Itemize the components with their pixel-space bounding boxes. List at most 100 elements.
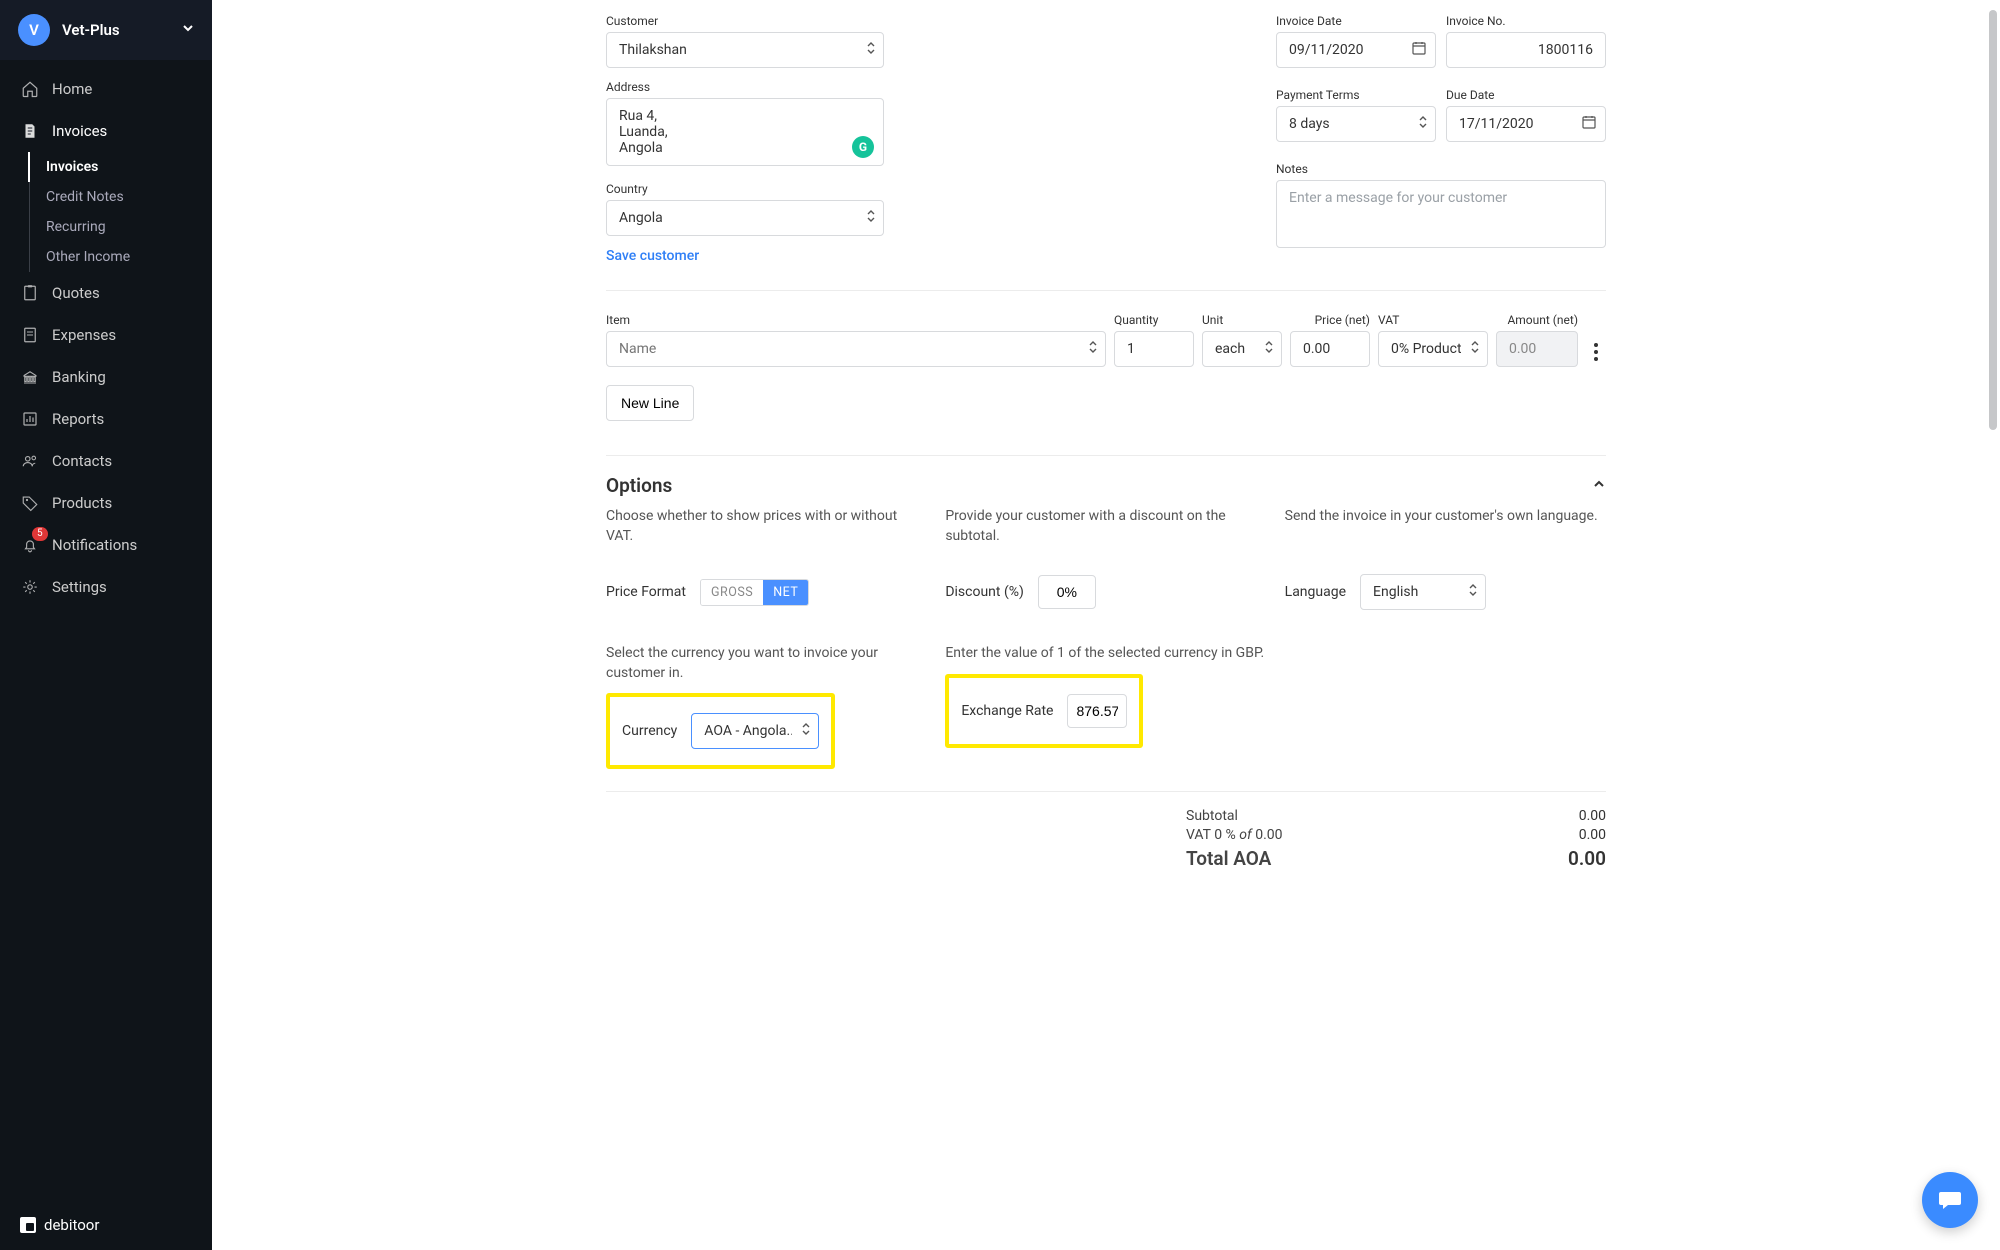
lang-help-text: Send the invoice in your customer's own …: [1285, 507, 1606, 546]
save-customer-link[interactable]: Save customer: [606, 248, 884, 264]
nav: Home Invoices Invoices Credit Notes Recu…: [0, 60, 212, 1200]
item-amount-output: [1496, 331, 1578, 367]
nav-label: Home: [52, 80, 92, 98]
brand-name: debitoor: [44, 1216, 99, 1234]
options-title: Options: [606, 474, 1592, 497]
total-label: Total AOA: [1186, 847, 1568, 870]
nav-label: Other Income: [46, 249, 130, 265]
address-label: Address: [606, 80, 884, 94]
org-switcher[interactable]: V Vet-Plus: [0, 0, 212, 60]
home-icon: [20, 79, 40, 99]
nav-banking[interactable]: Banking: [0, 356, 212, 398]
col-item-label: Item: [606, 313, 1106, 327]
nav-label: Invoices: [46, 159, 98, 175]
nav-products[interactable]: Products: [0, 482, 212, 524]
col-qty-label: Quantity: [1114, 313, 1194, 327]
discount-help-text: Provide your customer with a discount on…: [945, 507, 1266, 546]
options-section: Options Choose whether to show prices wi…: [606, 455, 1606, 769]
nav-label: Credit Notes: [46, 189, 124, 205]
discount-input[interactable]: [1038, 575, 1096, 609]
nav-notifications[interactable]: 5 Notifications: [0, 524, 212, 566]
exchange-label: Exchange Rate: [961, 703, 1053, 719]
total-value: 0.00: [1568, 847, 1606, 870]
vat-line-value: 0.00: [1579, 827, 1606, 843]
exchange-rate-input[interactable]: [1067, 694, 1127, 728]
scrollbar[interactable]: [1984, 0, 2000, 1250]
nav-reports[interactable]: Reports: [0, 398, 212, 440]
toggle-net[interactable]: NET: [763, 580, 808, 605]
exchange-highlight: Exchange Rate: [945, 674, 1143, 748]
nav-label: Reports: [52, 410, 104, 428]
expenses-icon: [20, 325, 40, 345]
item-qty-input[interactable]: [1114, 331, 1194, 367]
nav-quotes[interactable]: Quotes: [0, 272, 212, 314]
nav-label: Settings: [52, 578, 107, 596]
invoice-icon: [20, 121, 40, 141]
currency-select[interactable]: [691, 713, 819, 749]
item-vat-select[interactable]: [1378, 331, 1488, 367]
line-items-section: Item Quantity Unit: [606, 290, 1606, 421]
item-price-input[interactable]: [1290, 331, 1370, 367]
item-unit-select[interactable]: [1202, 331, 1282, 367]
address-input[interactable]: Rua 4, Luanda, Angola: [606, 98, 884, 166]
payment-terms-select[interactable]: [1276, 106, 1436, 142]
currency-label: Currency: [622, 723, 677, 739]
nav-home[interactable]: Home: [0, 68, 212, 110]
language-row: Language: [1285, 574, 1606, 610]
exchange-help-text: Enter the value of 1 of the selected cur…: [945, 644, 1606, 664]
chevron-down-icon: [182, 22, 194, 38]
nav-sub-recurring[interactable]: Recurring: [30, 212, 212, 242]
scroll-thumb[interactable]: [1989, 10, 1997, 430]
grammarly-icon[interactable]: G: [852, 136, 874, 158]
vat-help-text: Choose whether to show prices with or wi…: [606, 507, 927, 546]
payment-terms-label: Payment Terms: [1276, 88, 1436, 102]
nav-label: Notifications: [52, 536, 137, 554]
nav-settings[interactable]: Settings: [0, 566, 212, 608]
subtotal-label: Subtotal: [1186, 808, 1579, 824]
col-unit-label: Unit: [1202, 313, 1282, 327]
invoice-no-input[interactable]: [1446, 32, 1606, 68]
main: Customer Address Rua 4, Luanda, Angola G…: [212, 0, 2000, 1250]
brand-logo-icon: [20, 1217, 36, 1233]
item-name-input[interactable]: [606, 331, 1106, 367]
price-format-label: Price Format: [606, 584, 686, 600]
language-select[interactable]: [1360, 574, 1486, 610]
currency-highlight: Currency: [606, 693, 835, 769]
nav-label: Recurring: [46, 219, 106, 235]
nav-sub-other-income[interactable]: Other Income: [30, 242, 212, 272]
org-avatar: V: [18, 14, 50, 46]
language-label: Language: [1285, 584, 1346, 600]
col-price-label: Price (net): [1290, 313, 1370, 327]
calendar-icon: [1582, 115, 1596, 133]
nav-sub-invoices[interactable]: Invoices: [28, 152, 212, 182]
toggle-gross[interactable]: GROSS: [701, 580, 763, 605]
reports-icon: [20, 409, 40, 429]
country-select[interactable]: [606, 200, 884, 236]
nav-sub-credit-notes[interactable]: Credit Notes: [30, 182, 212, 212]
price-format-row: Price Format GROSS NET: [606, 574, 927, 610]
line-menu-button[interactable]: [1594, 343, 1598, 367]
currency-help-text: Select the currency you want to invoice …: [606, 644, 927, 683]
tag-icon: [20, 493, 40, 513]
nav-invoices[interactable]: Invoices: [0, 110, 212, 152]
discount-label: Discount (%): [945, 584, 1024, 600]
customer-select[interactable]: [606, 32, 884, 68]
notes-input[interactable]: [1276, 180, 1606, 248]
nav-expenses[interactable]: Expenses: [0, 314, 212, 356]
chat-widget-button[interactable]: [1922, 1172, 1978, 1228]
nav-contacts[interactable]: Contacts: [0, 440, 212, 482]
price-format-toggle[interactable]: GROSS NET: [700, 579, 809, 606]
nav-label: Quotes: [52, 284, 100, 302]
nav-label: Banking: [52, 368, 106, 386]
quotes-icon: [20, 283, 40, 303]
invoice-form: Customer Address Rua 4, Luanda, Angola G…: [606, 0, 1606, 1250]
collapse-options-button[interactable]: [1592, 477, 1606, 495]
bank-icon: [20, 367, 40, 387]
vat-line-label: VAT 0 % of 0.00: [1186, 827, 1579, 843]
subtotal-value: 0.00: [1579, 808, 1606, 824]
due-date-label: Due Date: [1446, 88, 1606, 102]
nav-label: Invoices: [52, 122, 107, 140]
totals-section: Subtotal0.00 VAT 0 % of 0.000.00 Total A…: [606, 791, 1606, 873]
notification-badge: 5: [32, 527, 48, 541]
new-line-button[interactable]: New Line: [606, 385, 694, 421]
